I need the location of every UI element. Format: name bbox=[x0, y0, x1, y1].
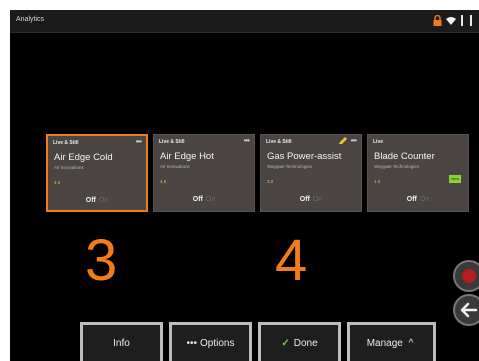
wifi-icon bbox=[446, 17, 456, 25]
toggle-off-label: Off bbox=[85, 197, 96, 204]
more-options-icon[interactable]: ••• bbox=[136, 137, 142, 146]
card-toggle[interactable]: Off On bbox=[261, 196, 361, 203]
pen-icon bbox=[339, 137, 347, 144]
toggle-off-label: Off bbox=[406, 196, 417, 203]
app-card-gas-power-assist[interactable]: Live & Still ••• Gas Power-assist Waygat… bbox=[260, 134, 362, 212]
card-title: Air Edge Hot bbox=[160, 151, 214, 162]
card-mode: Live bbox=[373, 139, 384, 145]
options-button[interactable]: ••• Options bbox=[169, 322, 252, 361]
annotation-number-3: 3 bbox=[85, 228, 118, 293]
options-button-label: Options bbox=[200, 338, 235, 349]
card-title: Gas Power-assist bbox=[267, 151, 342, 162]
lock-icon bbox=[433, 15, 442, 26]
status-indicator bbox=[470, 15, 472, 26]
toggle-off-label: Off bbox=[192, 196, 203, 203]
card-vendor: Air Innovations bbox=[160, 164, 190, 169]
card-toggle[interactable]: Off On bbox=[154, 196, 254, 203]
app-title: Analytics bbox=[16, 16, 45, 23]
annotation-number-4: 4 bbox=[275, 228, 308, 293]
card-vendor: Waygate Technologies bbox=[267, 164, 313, 169]
card-toggle[interactable]: Off On bbox=[368, 196, 468, 203]
card-mode: Live & Still bbox=[53, 140, 79, 146]
info-button-label: Info bbox=[113, 338, 130, 349]
done-button[interactable]: ✓ Done bbox=[258, 322, 341, 361]
back-button[interactable] bbox=[453, 294, 479, 326]
card-vendor: Waygate Technologies bbox=[374, 164, 420, 169]
card-version: 4.6 bbox=[160, 179, 167, 184]
more-options-icon[interactable]: ••• bbox=[244, 136, 250, 145]
done-button-label: Done bbox=[293, 338, 318, 349]
card-mode: Live & Still bbox=[159, 139, 185, 145]
card-toggle[interactable]: Off On bbox=[48, 197, 146, 204]
card-version: 1.0 bbox=[374, 179, 381, 184]
toggle-on-label: On bbox=[419, 196, 430, 203]
checkmark-icon: ✓ bbox=[281, 338, 290, 349]
device-screen: Analytics Live & Still ••• Air Edge Cold… bbox=[10, 10, 479, 361]
card-title: Air Edge Cold bbox=[54, 152, 113, 163]
manage-button-label: Manage bbox=[366, 338, 403, 349]
record-icon bbox=[462, 269, 476, 283]
more-options-icon: ••• bbox=[186, 338, 198, 349]
info-button[interactable]: Info bbox=[80, 322, 163, 361]
manage-button[interactable]: Manage ^ bbox=[347, 322, 436, 361]
card-title: Blade Counter bbox=[374, 151, 435, 162]
card-vendor: Air Innovations bbox=[54, 165, 84, 170]
app-card-blade-counter[interactable]: Live Blade Counter Waygate Technologies … bbox=[367, 134, 469, 212]
status-divider bbox=[461, 15, 463, 26]
toggle-off-label: Off bbox=[299, 196, 310, 203]
toggle-on-label: On bbox=[312, 196, 323, 203]
app-card-air-edge-hot[interactable]: Live & Still ••• Air Edge Hot Air Innova… bbox=[153, 134, 255, 212]
more-options-icon[interactable]: ••• bbox=[351, 136, 357, 145]
card-version: 3.0 bbox=[267, 179, 274, 184]
toggle-on-label: On bbox=[205, 196, 216, 203]
status-bar: Analytics bbox=[10, 10, 479, 33]
card-mode: Live & Still bbox=[266, 139, 292, 145]
card-version: 4.6 bbox=[54, 180, 61, 185]
new-badge: New bbox=[449, 175, 461, 183]
record-button[interactable] bbox=[453, 260, 479, 292]
toggle-on-label: On bbox=[98, 197, 109, 204]
chevron-up-icon: ^ bbox=[408, 338, 414, 349]
app-card-air-edge-cold[interactable]: Live & Still ••• Air Edge Cold Air Innov… bbox=[46, 134, 148, 212]
back-arrow-icon bbox=[460, 302, 478, 318]
